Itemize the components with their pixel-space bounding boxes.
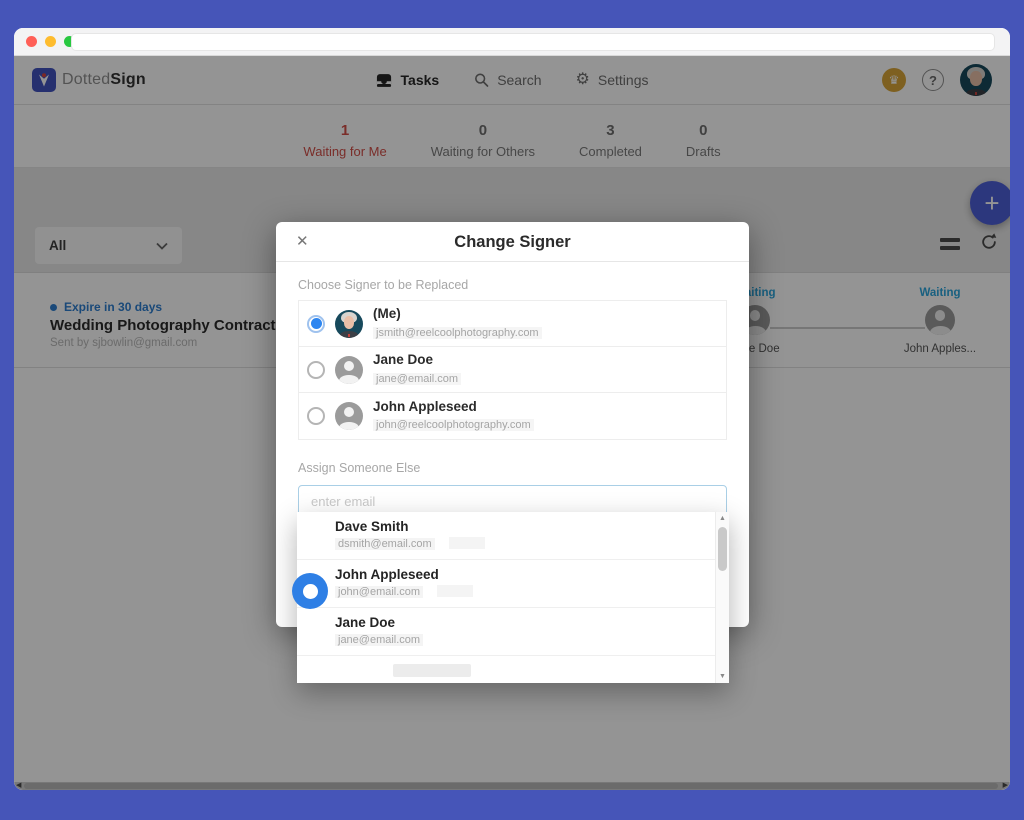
- radio-unselected[interactable]: [307, 361, 325, 379]
- suggestion-partial-row[interactable]: [297, 656, 729, 683]
- choose-signer-label: Choose Signer to be Replaced: [298, 278, 727, 292]
- selection-indicator: [292, 573, 328, 609]
- redacted-patch: [437, 585, 473, 597]
- email-suggestion-dropdown: Dave Smith dsmith@email.com John Applese…: [297, 512, 729, 683]
- suggestion-dave-smith[interactable]: Dave Smith dsmith@email.com: [297, 512, 729, 560]
- redacted-patch: [393, 664, 471, 677]
- assign-someone-label: Assign Someone Else: [298, 461, 727, 475]
- modal-body: Choose Signer to be Replaced (Me) jsmith…: [276, 278, 749, 517]
- dropdown-scrollbar[interactable]: ▲ ▼: [715, 512, 729, 683]
- scroll-down-arrow-icon[interactable]: ▼: [716, 673, 729, 680]
- person-avatar-icon: [335, 356, 363, 384]
- me-avatar: [335, 310, 363, 338]
- signer-option-jane[interactable]: Jane Doe jane@email.com: [299, 347, 726, 393]
- suggestion-name: John Appleseed: [335, 567, 729, 582]
- modal-title: Change Signer: [276, 222, 749, 262]
- signer-list: (Me) jsmith@reelcoolphotography.com Jane…: [298, 300, 727, 440]
- modal-header: ✕ Change Signer: [276, 222, 749, 262]
- redacted-patch: [449, 537, 485, 549]
- suggestion-john-appleseed[interactable]: John Appleseed john@email.com: [297, 560, 729, 608]
- scroll-up-arrow-icon[interactable]: ▲: [716, 515, 729, 522]
- suggestion-name: Jane Doe: [335, 615, 729, 630]
- signer-email: jsmith@reelcoolphotography.com: [373, 327, 542, 339]
- signer-email: john@reelcoolphotography.com: [373, 419, 534, 431]
- address-bar[interactable]: [71, 33, 995, 51]
- suggestion-jane-doe[interactable]: Jane Doe jane@email.com: [297, 608, 729, 656]
- signer-name: (Me): [373, 306, 542, 322]
- close-icon[interactable]: ✕: [296, 222, 309, 262]
- browser-window: DottedSign Tasks Search: [14, 28, 1010, 790]
- suggestion-email: jane@email.com: [335, 634, 423, 646]
- suggestion-email: dsmith@email.com: [335, 538, 435, 550]
- signer-option-john[interactable]: John Appleseed john@reelcoolphotography.…: [299, 393, 726, 439]
- signer-option-me[interactable]: (Me) jsmith@reelcoolphotography.com: [299, 301, 726, 347]
- signer-name: Jane Doe: [373, 352, 461, 368]
- radio-unselected[interactable]: [307, 407, 325, 425]
- suggestion-email: john@email.com: [335, 586, 423, 598]
- person-avatar-icon: [335, 402, 363, 430]
- traffic-lights: [14, 36, 75, 47]
- close-window-button[interactable]: [26, 36, 37, 47]
- signer-name: John Appleseed: [373, 399, 534, 415]
- browser-chrome: [14, 28, 1010, 56]
- signer-email: jane@email.com: [373, 373, 461, 385]
- radio-selected[interactable]: [307, 315, 325, 333]
- minimize-window-button[interactable]: [45, 36, 56, 47]
- suggestion-name: Dave Smith: [335, 519, 729, 534]
- dropdown-scrollbar-thumb[interactable]: [718, 527, 727, 571]
